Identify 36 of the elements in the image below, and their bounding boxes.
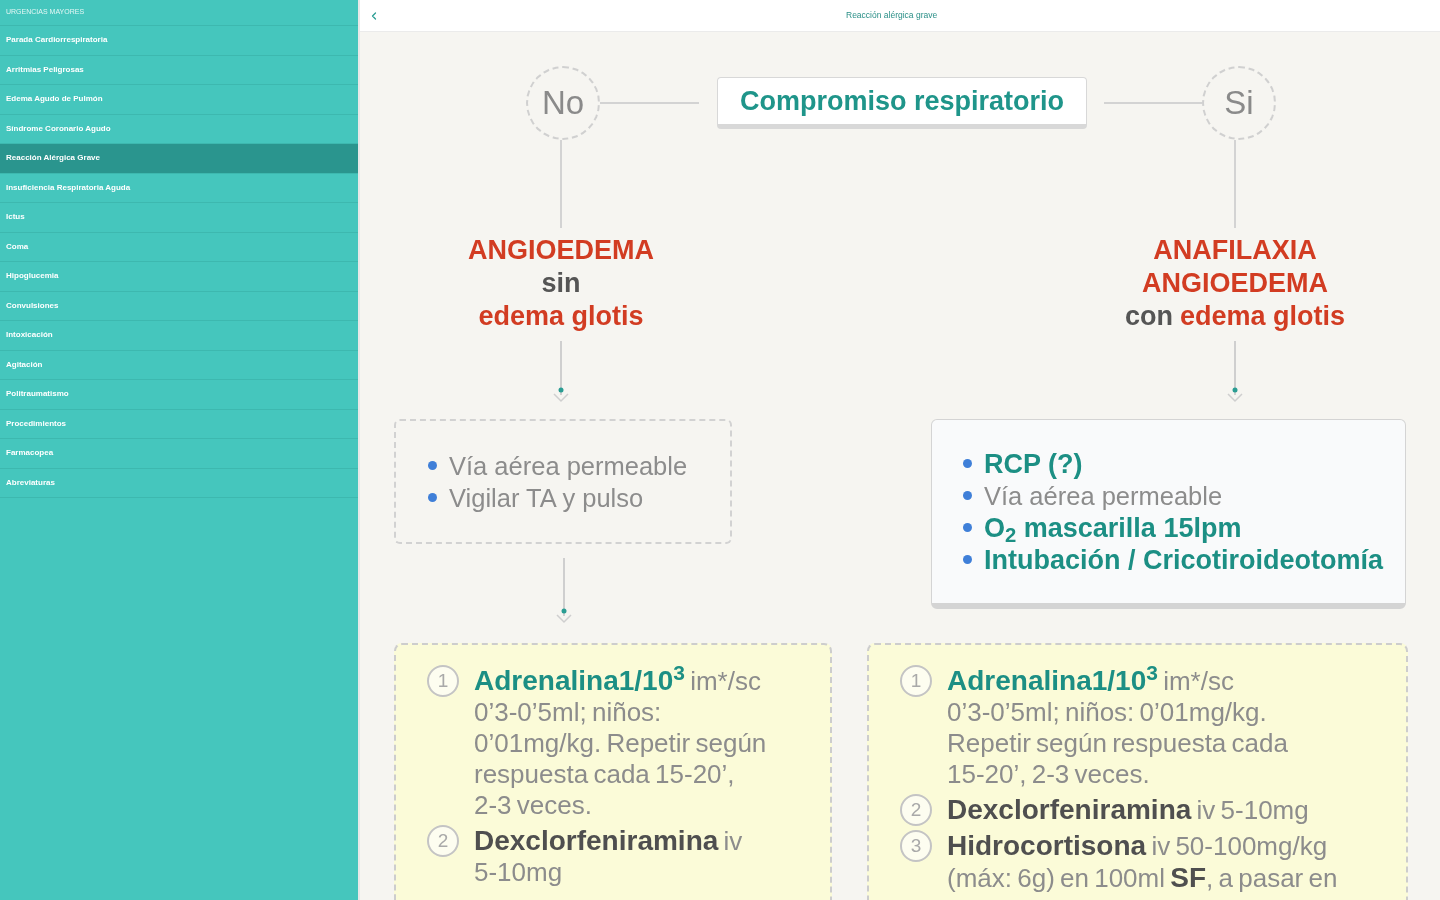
- measure-text: Vigilar TA y pulso: [449, 482, 644, 514]
- bullet-icon: [428, 461, 437, 470]
- step-number: 1: [900, 665, 932, 697]
- diagnosis-label: con: [1124, 300, 1173, 333]
- treatment-text: Adrenalina1/10$^{3}$ im*/sc 0’3-0’5ml; niños: 0’01mg/kg. Repetir según respuesta cada 15-20’, 2-3 veces.: [474, 665, 768, 821]
- step-number: 2: [427, 825, 459, 857]
- answer-node: Si: [1202, 66, 1276, 140]
- measure-text: O$_{2}$ mascarilla 15lpm: [984, 511, 1242, 544]
- diagnosis-label: sin: [541, 267, 581, 300]
- answer-node: No: [526, 66, 600, 140]
- question-node: Compromiso respiratorio: [717, 77, 1087, 129]
- down-arrow: [1225, 341, 1245, 403]
- diagnosis-label: ANGIOEDEMA: [1142, 267, 1328, 300]
- measure-text: RCP (?): [984, 447, 1083, 480]
- bullet-icon: [963, 555, 972, 564]
- page-title: Reacción alérgica grave: [846, 9, 938, 22]
- measure-text: Vía aérea permeable: [449, 450, 688, 482]
- diagnosis-label: edema glotis: [1180, 300, 1346, 333]
- diagnosis-label: ANAFILAXIA: [1153, 234, 1317, 267]
- treatment-text: Dexclorfeniramina iv 5-10mg: [947, 794, 1310, 826]
- bullet-icon: [963, 459, 972, 468]
- treatment-text: Dexclorfeniramina iv 5-10mg: [474, 825, 744, 888]
- bullet-icon: [963, 523, 972, 532]
- diagnosis-label: edema glotis: [478, 300, 644, 333]
- sidebar-item[interactable]: Reacción Alérgica Grave: [0, 144, 358, 174]
- step-number: 1: [427, 665, 459, 697]
- step-number: 3: [900, 830, 932, 862]
- treatment-text: Hidrocortisona iv 50-100mg/kg (máx: 6g) en 100ml SF, a pasar en: [947, 830, 1339, 894]
- measure-text: Intubación / Cricotiroideotomía: [984, 543, 1383, 576]
- bullet-icon: [963, 491, 972, 500]
- down-arrow: [551, 341, 571, 403]
- bullet-icon: [428, 493, 437, 502]
- treatment-text: Adrenalina1/10$^{3}$ im*/sc 0’3-0’5ml; niños: 0’01mg/kg. Repetir según respuesta cada 15-20’, 2-3 veces.: [947, 665, 1289, 790]
- measure-text: Vía aérea permeable: [984, 480, 1223, 512]
- diagnosis-label: ANGIOEDEMA: [468, 234, 654, 267]
- step-number: 2: [900, 794, 932, 826]
